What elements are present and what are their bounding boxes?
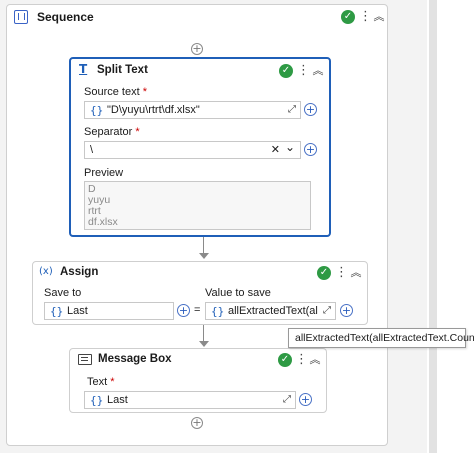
source-text-input[interactable]: {} "D\yuyu\rtrt\df.xlsx" ⤢ — [84, 101, 301, 119]
expression-icon: {} — [50, 305, 64, 318]
workflow-canvas: Sequence ✓ ⋮ ︽ + T Split Text ✓ ⋮ ︽ Sour… — [0, 0, 474, 453]
preview-label: Preview — [84, 167, 124, 179]
sequence-title: Sequence — [37, 10, 94, 24]
clear-icon[interactable]: ✕ — [271, 143, 280, 156]
value-to-save-label: Value to save — [205, 287, 271, 299]
save-to-input[interactable]: {} Last — [44, 302, 174, 320]
assign-activity[interactable]: (x) Assign ✓ ⋮ ︽ Save to Value to save {… — [32, 261, 368, 325]
split-text-activity[interactable]: T Split Text ✓ ⋮ ︽ Source text * {} "D\y… — [69, 57, 331, 237]
check-circle-icon: ✓ — [279, 64, 293, 78]
connector-line — [203, 325, 204, 341]
check-circle-icon: ✓ — [278, 353, 292, 367]
expression-icon: {} — [90, 394, 104, 407]
assign-icon: (x) — [39, 266, 53, 277]
expression-icon: {} — [211, 305, 225, 318]
preview-line: D — [88, 183, 96, 195]
separator-label-text: Separator — [84, 126, 133, 138]
add-activity-button[interactable]: + — [191, 417, 203, 429]
source-text-label-text: Source text — [84, 86, 140, 98]
sequence-header: Sequence ✓ ⋮ ︽ — [7, 5, 387, 29]
required-marker: * — [142, 86, 147, 98]
preview-line: rtrt — [88, 205, 101, 217]
save-to-value: Last — [67, 305, 88, 317]
text-value: Last — [107, 394, 128, 406]
add-activity-button[interactable]: + — [191, 43, 203, 55]
message-box-title: Message Box — [98, 353, 172, 365]
scrollbar-thumb[interactable] — [429, 0, 437, 453]
expression-tooltip: allExtractedText(allExtractedText.Count-… — [288, 328, 474, 348]
check-circle-icon: ✓ — [317, 266, 331, 280]
required-marker: * — [110, 376, 115, 388]
save-to-add-button[interactable]: + — [177, 304, 190, 317]
preview-line: yuyu — [88, 194, 111, 206]
save-to-label: Save to — [44, 287, 82, 299]
split-text-icon: T — [79, 62, 88, 76]
preview-line: df.xlsx — [88, 216, 118, 228]
text-label: Text * — [87, 376, 115, 388]
source-text-value: "D\yuyu\rtrt\df.xlsx" — [107, 104, 200, 116]
kebab-icon[interactable]: ⋮ — [297, 64, 310, 78]
collapse-icon[interactable]: ︽ — [373, 10, 385, 24]
text-input[interactable]: {} Last ⤢ — [84, 391, 296, 409]
collapse-icon[interactable]: ︽ — [309, 353, 321, 367]
collapse-icon[interactable]: ︽ — [312, 64, 324, 78]
text-label-text: Text — [87, 376, 108, 388]
connector-line — [203, 237, 204, 253]
collapse-icon[interactable]: ︽ — [350, 266, 362, 280]
expand-icon[interactable]: ⤢ — [283, 394, 291, 405]
kebab-icon[interactable]: ⋮ — [295, 353, 308, 367]
check-circle-icon: ✓ — [341, 10, 355, 24]
preview-box: D yuyu rtrt df.xlsx — [84, 181, 311, 230]
separator-input[interactable]: \ ✕ ⌄ — [84, 140, 301, 159]
expand-icon[interactable]: ⤢ — [323, 305, 331, 316]
split-text-title: Split Text — [97, 64, 148, 76]
value-to-save-input[interactable]: {} allExtractedText(allExtra ⤢ — [205, 302, 336, 320]
separator-label: Separator * — [84, 126, 140, 138]
equals-sign: = — [194, 304, 201, 316]
sequence-container[interactable]: Sequence ✓ ⋮ ︽ + T Split Text ✓ ⋮ ︽ Sour… — [6, 4, 388, 446]
kebab-icon[interactable]: ⋮ — [359, 10, 372, 24]
message-box-icon — [78, 354, 92, 365]
required-marker: * — [135, 126, 140, 138]
value-to-save-value: allExtractedText(allExtra — [228, 305, 318, 317]
separator-value: \ — [90, 144, 94, 156]
sequence-icon — [14, 10, 28, 24]
expression-icon: {} — [90, 104, 104, 117]
value-to-save-add-button[interactable]: + — [340, 304, 353, 317]
connector-arrow — [199, 341, 209, 347]
text-add-button[interactable]: + — [299, 393, 312, 406]
expand-icon[interactable]: ⤢ — [288, 104, 296, 115]
chevron-down-icon[interactable]: ⌄ — [285, 140, 295, 154]
source-text-label: Source text * — [84, 86, 147, 98]
source-text-add-button[interactable]: + — [304, 103, 317, 116]
message-box-activity[interactable]: Message Box ✓ ⋮ ︽ Text * {} Last ⤢ + — [69, 348, 327, 413]
kebab-icon[interactable]: ⋮ — [335, 266, 348, 280]
assign-title: Assign — [60, 266, 99, 278]
separator-add-button[interactable]: + — [304, 143, 317, 156]
connector-arrow — [199, 253, 209, 259]
